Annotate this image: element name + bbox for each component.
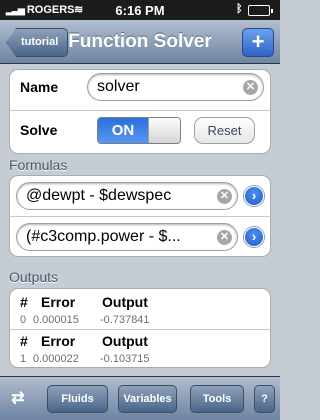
row-output: -0.737841: [100, 314, 150, 326]
variables-button[interactable]: Variables: [118, 385, 177, 413]
column-header-error: Error: [41, 294, 76, 310]
column-header-index: #: [20, 333, 28, 349]
column-header-error: Error: [41, 333, 76, 349]
row-error: 0.000022: [33, 353, 79, 365]
row-index: 1: [20, 353, 27, 365]
divider: [10, 329, 270, 330]
help-button[interactable]: ?: [254, 385, 275, 413]
column-header-output: Output: [102, 333, 148, 349]
clear-icon[interactable]: ✕: [217, 230, 232, 245]
column-header-index: #: [20, 294, 28, 310]
settings-group: Name solver ✕ Solve ON Reset: [9, 69, 271, 154]
name-field[interactable]: solver ✕: [87, 73, 264, 101]
status-bar: ▂▃▅ ROGERS ≋ 6:16 PM ᛒ: [0, 0, 280, 20]
solve-label: Solve: [20, 122, 58, 138]
bluetooth-icon: ᛒ: [236, 3, 243, 15]
disclosure-button[interactable]: ›: [244, 186, 264, 206]
outputs-heading: Outputs: [9, 269, 59, 285]
toggle-on-label: ON: [98, 118, 148, 143]
toolbar: ⇄ Fluids Variables Tools ?: [0, 376, 280, 420]
outputs-group: # Error Output 0 0.000015 -0.737841 # Er…: [9, 288, 271, 368]
formula-value: @dewpt - $dewspec: [26, 187, 172, 204]
reset-button[interactable]: Reset: [194, 117, 255, 144]
formulas-heading: Formulas: [9, 157, 68, 173]
row-index: 0: [20, 314, 27, 326]
formulas-group: @dewpt - $dewspec ✕ › (#c3comp.power - $…: [9, 175, 271, 257]
name-label: Name: [20, 79, 59, 95]
formula-field[interactable]: (#c3comp.power - $... ✕: [16, 223, 238, 251]
toggle-knob[interactable]: [148, 118, 180, 143]
name-field-value: solver: [97, 78, 140, 95]
formula-field[interactable]: @dewpt - $dewspec ✕: [16, 182, 238, 210]
row-error: 0.000015: [33, 314, 79, 326]
disclosure-button[interactable]: ›: [244, 227, 264, 247]
page-title: Function Solver: [68, 31, 212, 52]
clear-icon[interactable]: ✕: [217, 189, 232, 204]
solve-toggle[interactable]: ON: [97, 117, 181, 144]
fluids-button[interactable]: Fluids: [47, 385, 108, 413]
flow-diagram-icon[interactable]: ⇄: [6, 388, 30, 410]
divider: [10, 216, 270, 217]
add-button[interactable]: +: [242, 28, 274, 57]
battery-icon: [248, 5, 273, 16]
row-output: -0.103715: [100, 353, 150, 365]
formula-value: (#c3comp.power - $...: [26, 228, 181, 245]
tools-button[interactable]: Tools: [190, 385, 244, 413]
navigation-bar: tutorial Function Solver +: [0, 20, 280, 64]
column-header-output: Output: [102, 294, 148, 310]
divider: [10, 110, 270, 111]
clear-icon[interactable]: ✕: [243, 80, 258, 95]
